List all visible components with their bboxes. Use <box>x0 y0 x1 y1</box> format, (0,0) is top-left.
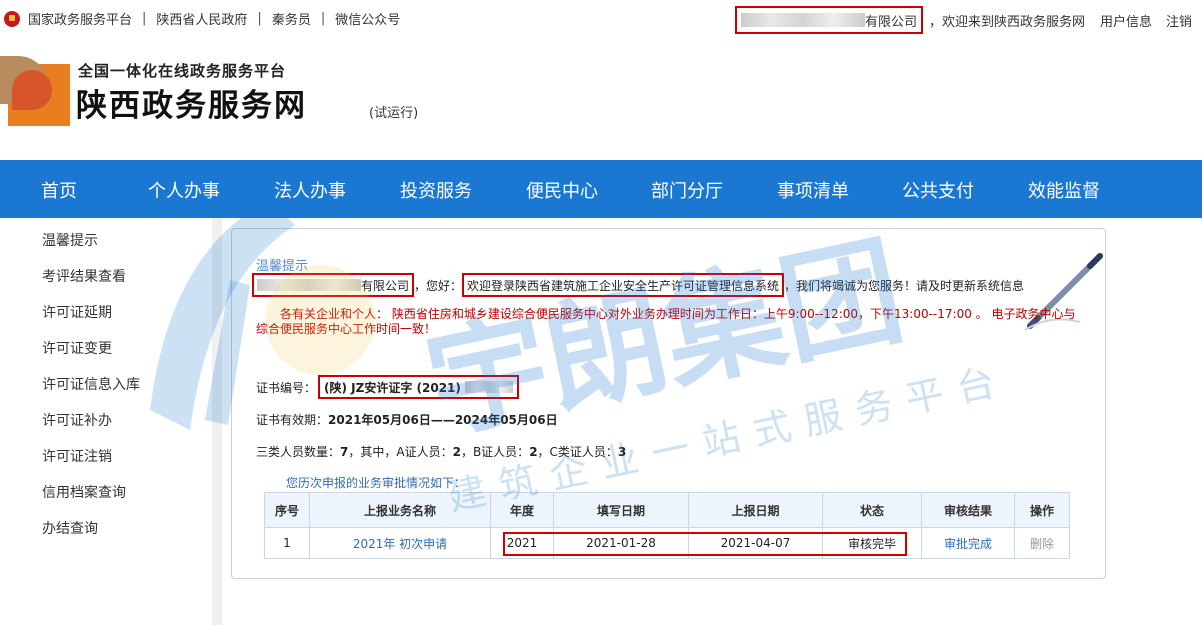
nav-public-payment[interactable]: 公共支付 <box>902 177 974 203</box>
user-info-link[interactable]: 用户信息 <box>1100 11 1152 30</box>
sidebar-item-tips[interactable]: 温馨提示 <box>42 230 98 250</box>
top-links: 国家政务服务平台 | 陕西省人民政府 | 秦务员 | 微信公众号 <box>4 9 400 28</box>
certificate-validity-row: 证书有效期：2021年05月06日——2024年05月06日 <box>256 411 558 428</box>
header-subtitle: 全国一体化在线政务服务平台 <box>78 62 287 80</box>
staff-a-count: 2 <box>452 445 461 459</box>
cell-business-name-link[interactable]: 2021年 初次申请 <box>309 527 491 559</box>
staff-a-label: ，其中，A证人员： <box>348 445 453 459</box>
nav-departments[interactable]: 部门分厅 <box>651 177 723 203</box>
sidebar-item-credit[interactable]: 信用档案查询 <box>42 482 126 502</box>
link-wechat[interactable]: 微信公众号 <box>335 9 400 28</box>
link-provincial-government[interactable]: 陕西省人民政府 <box>156 9 247 28</box>
header-trial-label: (试运行) <box>369 106 419 121</box>
redacted-company-name <box>257 279 361 291</box>
staff-count-row: 三类人员数量：7，其中，A证人员：2，B证人员：2，C类证人员：3 <box>256 443 626 460</box>
sidebar-item-completed[interactable]: 办结查询 <box>42 518 98 538</box>
site-header: 全国一体化在线政务服务平台 陕西政务服务网 (试运行) <box>0 34 1202 160</box>
valid-label: 证书有效期： <box>256 413 329 427</box>
nav-item-list[interactable]: 事项清单 <box>777 177 849 203</box>
col-index: 序号 <box>264 492 310 528</box>
service-text: ，我们将竭诚为您服务！请及时更新系统信息 <box>784 278 1025 293</box>
certificate-number-row: 证书编号： (陕) JZ安许证字 (2021) <box>256 374 519 400</box>
logo-red-leaf <box>12 70 52 110</box>
staff-c-count: 3 <box>617 445 627 459</box>
nav-investment[interactable]: 投资服务 <box>400 177 472 203</box>
system-welcome-text: 欢迎登录陕西省建筑施工企业安全生产许可证管理信息系统 <box>467 278 780 293</box>
cell-index: 1 <box>264 527 310 559</box>
cell-status: 审核完毕 <box>822 527 922 559</box>
history-table: 序号 上报业务名称 年度 填写日期 上报日期 状态 审核结果 操作 1 2021… <box>264 492 1070 559</box>
link-national-platform[interactable]: 国家政务服务平台 <box>28 9 132 28</box>
notice-text: 各有关企业和个人： 陕西省住房和城乡建设综合便民服务中心对外业务办理时间为工作日… <box>256 307 1076 336</box>
staff-b-label: ，B证人员： <box>460 445 530 459</box>
nav-home[interactable]: 首页 <box>41 177 77 203</box>
cell-year: 2021 <box>490 527 554 559</box>
top-separator: | <box>142 11 147 26</box>
cell-result-link[interactable]: 审批完成 <box>921 527 1015 559</box>
cert-value: (陕) JZ安许证字 (2021) <box>324 380 461 395</box>
company-name-highlight: 有限公司 <box>252 273 415 297</box>
history-label: 您历次申报的业务审批情况如下： <box>286 476 467 490</box>
sidebar: 温馨提示 考评结果查看 许可证延期 许可证变更 许可证信息入库 许可证补办 许可… <box>0 218 212 625</box>
header-title: 陕西政务服务网 <box>76 88 307 124</box>
system-welcome-highlight: 欢迎登录陕西省建筑施工企业安全生产许可证管理信息系统 <box>462 273 785 297</box>
col-result: 审核结果 <box>921 492 1015 528</box>
staff-b-count: 2 <box>529 445 538 459</box>
top-separator: | <box>320 11 326 26</box>
greeting-text: ，您好： <box>414 278 463 293</box>
nav-personal[interactable]: 个人办事 <box>148 177 220 203</box>
col-business-name: 上报业务名称 <box>309 492 491 528</box>
main-panel: 温馨提示 有限公司 ，您好： 欢迎登录陕西省建筑施工企业安全生产许可证管理信息系… <box>231 228 1106 579</box>
col-report-date: 上报日期 <box>688 492 823 528</box>
company-suffix: 有限公司 <box>864 14 917 30</box>
top-separator: | <box>257 11 262 26</box>
valid-value: 2021年05月06日——2024年05月06日 <box>328 413 558 427</box>
top-bar: 国家政务服务平台 | 陕西省人民政府 | 秦务员 | 微信公众号 有限公司 ，欢… <box>0 0 1202 34</box>
site-logo[interactable] <box>0 56 72 126</box>
logout-link[interactable]: 注销 <box>1166 11 1192 30</box>
table-header-row: 序号 上报业务名称 年度 填写日期 上报日期 状态 审核结果 操作 <box>264 492 1070 528</box>
office-hours-notice: 各有关企业和个人： 陕西省住房和城乡建设综合便民服务中心对外业务办理时间为工作日… <box>256 307 1082 337</box>
certificate-number-highlight: (陕) JZ安许证字 (2021) <box>318 375 519 399</box>
nav-efficiency-supervision[interactable]: 效能监督 <box>1028 177 1100 203</box>
staff-label: 三类人员数量： <box>256 445 341 459</box>
link-qinwuyuan[interactable]: 秦务员 <box>272 9 311 28</box>
panel-title: 温馨提示 <box>256 259 309 274</box>
sidebar-item-cancel[interactable]: 许可证注销 <box>42 446 112 466</box>
sidebar-divider <box>212 218 222 625</box>
sidebar-item-reissue[interactable]: 许可证补办 <box>42 410 112 430</box>
nav-convenience-center[interactable]: 便民中心 <box>526 177 598 203</box>
user-company-highlight: 有限公司 <box>734 6 923 34</box>
main-nav: 首页 个人办事 法人办事 投资服务 便民中心 部门分厅 事项清单 公共支付 效能… <box>0 160 1202 218</box>
col-year: 年度 <box>490 492 554 528</box>
col-status: 状态 <box>822 492 922 528</box>
cert-label: 证书编号： <box>256 380 317 395</box>
sidebar-item-extend[interactable]: 许可证延期 <box>42 302 112 322</box>
user-area: 有限公司 ，欢迎来到陕西政务服务网 用户信息 注销 <box>734 6 1202 34</box>
national-emblem-icon <box>4 10 20 27</box>
welcome-line: 有限公司 ，您好： 欢迎登录陕西省建筑施工企业安全生产许可证管理信息系统 ，我们… <box>252 273 1024 297</box>
sidebar-item-evaluation[interactable]: 考评结果查看 <box>42 266 126 286</box>
sidebar-item-info-entry[interactable]: 许可证信息入库 <box>42 374 140 394</box>
staff-c-label: ，C类证人员： <box>537 445 618 459</box>
company-suffix: 有限公司 <box>361 278 410 293</box>
welcome-text: ，欢迎来到陕西政务服务网 <box>928 14 1085 30</box>
nav-legal-entity[interactable]: 法人办事 <box>274 177 346 203</box>
delete-button[interactable]: 删除 <box>1014 527 1070 559</box>
cell-report-date: 2021-04-07 <box>688 527 823 559</box>
sidebar-item-change[interactable]: 许可证变更 <box>42 338 112 358</box>
col-fill-date: 填写日期 <box>553 492 689 528</box>
redacted-cert-number <box>464 381 513 393</box>
cell-fill-date: 2021-01-28 <box>553 527 689 559</box>
col-action: 操作 <box>1014 492 1070 528</box>
redacted-company-name <box>740 13 865 27</box>
table-row: 1 2021年 初次申请 2021 2021-01-28 2021-04-07 … <box>264 527 1070 559</box>
